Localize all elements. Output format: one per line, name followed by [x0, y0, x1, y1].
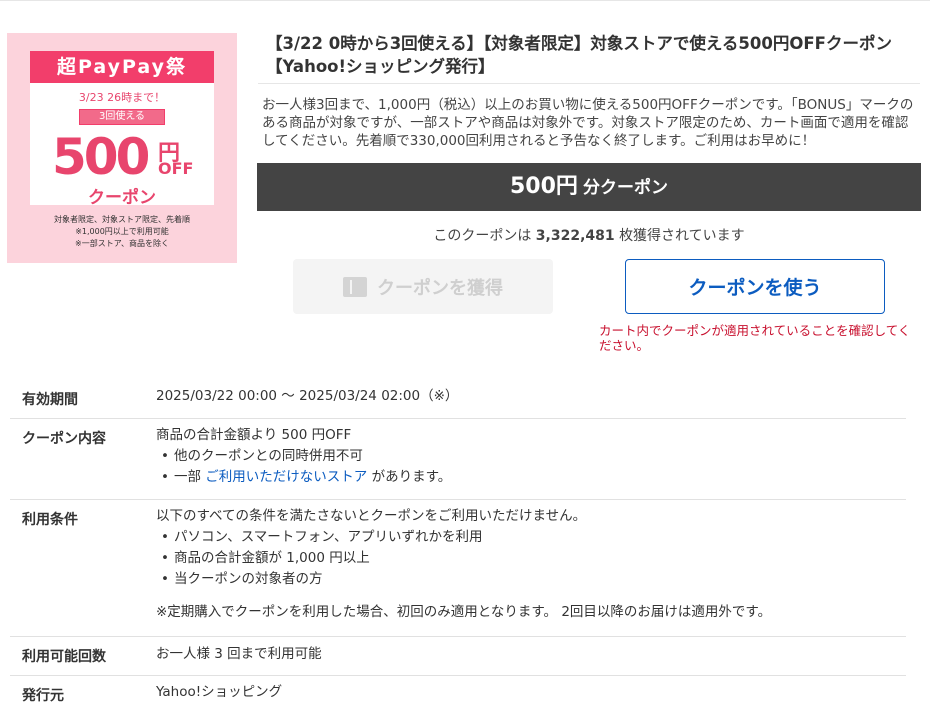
- ticket-icon: [343, 276, 367, 297]
- list-item: 他のクーポンとの同時併用不可: [156, 446, 451, 467]
- validity-value: 2025/03/22 00:00 〜 2025/03/24 02:00（※）: [156, 388, 459, 404]
- use-coupon-button[interactable]: クーポンを使う: [625, 259, 885, 314]
- usage-count-label: 利用可能回数: [22, 649, 106, 665]
- list-item: 当クーポンの対象者の方: [156, 569, 771, 590]
- content-summary: 商品の合計金額より 500 円OFF: [156, 427, 352, 443]
- row-content: クーポン内容 商品の合計金額より 500 円OFF 他のクーポンとの同時併用不可…: [10, 419, 906, 500]
- row-conditions: 利用条件 以下のすべての条件を満たさないとクーポンをご利用いただけません。 パソ…: [10, 500, 906, 637]
- get-coupon-label: クーポンを獲得: [377, 277, 503, 299]
- coupon-off: OFF: [158, 159, 194, 178]
- excluded-stores-link[interactable]: ご利用いただけないストア: [205, 469, 367, 485]
- conditions-value: 以下のすべての条件を満たさないとクーポンをご利用いただけません。 パソコン、スマ…: [156, 506, 771, 623]
- coupon-note: ※一部ストア、商品を除く: [75, 239, 169, 248]
- content-list: 他のクーポンとの同時併用不可 一部 ご利用いただけないストア があります。: [156, 446, 451, 488]
- acquired-suffix: 枚獲得されています: [619, 228, 745, 244]
- content-label: クーポン内容: [22, 431, 106, 447]
- row-issuer: 発行元 Yahoo!ショッピング: [10, 676, 906, 728]
- validity-label: 有効期間: [22, 392, 78, 408]
- coupon-note: 対象者限定、対象ストア限定、先着順: [54, 215, 190, 224]
- coupon-notes: 対象者限定、対象ストア限定、先着順 ※1,000円以上で利用可能 ※一部ストア、…: [7, 214, 237, 250]
- coupon-image: 超PayPay祭 3/23 26時まで！ 3回使える 500 円 OFF クーポ…: [7, 33, 237, 263]
- issuer-value: Yahoo!ショッピング: [156, 684, 283, 700]
- cart-warning: カート内でクーポンが適用されていることを確認してください。: [599, 323, 911, 353]
- top-divider: [0, 0, 930, 1]
- title-divider: [258, 83, 920, 84]
- coupon-banner: 超PayPay祭: [30, 51, 214, 83]
- conditions-note: ※定期購入でクーポンを利用した場合、初回のみ適用となります。 2回目以降のお届け…: [156, 604, 772, 620]
- partial-prefix: 一部: [174, 469, 201, 485]
- acquired-prefix: このクーポンは: [433, 228, 532, 244]
- list-item: 一部 ご利用いただけないストア があります。: [156, 467, 451, 488]
- coupon-word: クーポン: [88, 188, 156, 208]
- coupon-amount: 500: [52, 128, 150, 186]
- issuer-label: 発行元: [22, 688, 64, 704]
- coupon-deadline: 3/23 26時まで！: [78, 91, 166, 104]
- usage-count-value: お一人様 3 回まで利用可能: [156, 646, 322, 662]
- amount-value: 500円: [509, 174, 578, 199]
- acquired-count: 3,322,481: [535, 228, 615, 244]
- amount-unit: 分クーポン: [583, 178, 669, 198]
- amount-bar: 500円 分クーポン: [257, 163, 921, 211]
- list-item: パソコン、スマートフォン、アプリいずれかを利用: [156, 527, 771, 548]
- conditions-label: 利用条件: [22, 512, 78, 528]
- acquired-count-text: このクーポンは 3,322,481 枚獲得されています: [257, 225, 921, 245]
- conditions-intro: 以下のすべての条件を満たさないとクーポンをご利用いただけません。: [156, 508, 587, 524]
- content-value: 商品の合計金額より 500 円OFF 他のクーポンとの同時併用不可 一部 ご利用…: [156, 425, 451, 488]
- partial-suffix: があります。: [371, 469, 452, 485]
- coupon-note: ※1,000円以上で利用可能: [75, 227, 169, 236]
- conditions-list: パソコン、スマートフォン、アプリいずれかを利用 商品の合計金額が 1,000 円…: [156, 527, 771, 590]
- coupon-card: 超PayPay祭 3/23 26時まで！ 3回使える 500 円 OFF クーポ…: [30, 51, 214, 208]
- row-validity: 有効期間 2025/03/22 00:00 〜 2025/03/24 02:00…: [10, 378, 906, 419]
- coupon-title: 【3/22 0時から3回使える】【対象者限定】対象ストアで使える500円OFFク…: [266, 34, 892, 76]
- get-coupon-button[interactable]: クーポンを獲得: [293, 259, 553, 314]
- row-usage-count: 利用可能回数 お一人様 3 回まで利用可能: [10, 637, 906, 676]
- coupon-uses: 3回使える: [79, 109, 165, 125]
- list-item: 商品の合計金額が 1,000 円以上: [156, 548, 771, 569]
- coupon-description: お一人様3回まで、1,000円（税込）以上のお買い物に使える500円OFFクーポ…: [262, 97, 914, 149]
- use-coupon-label: クーポンを使う: [688, 277, 822, 299]
